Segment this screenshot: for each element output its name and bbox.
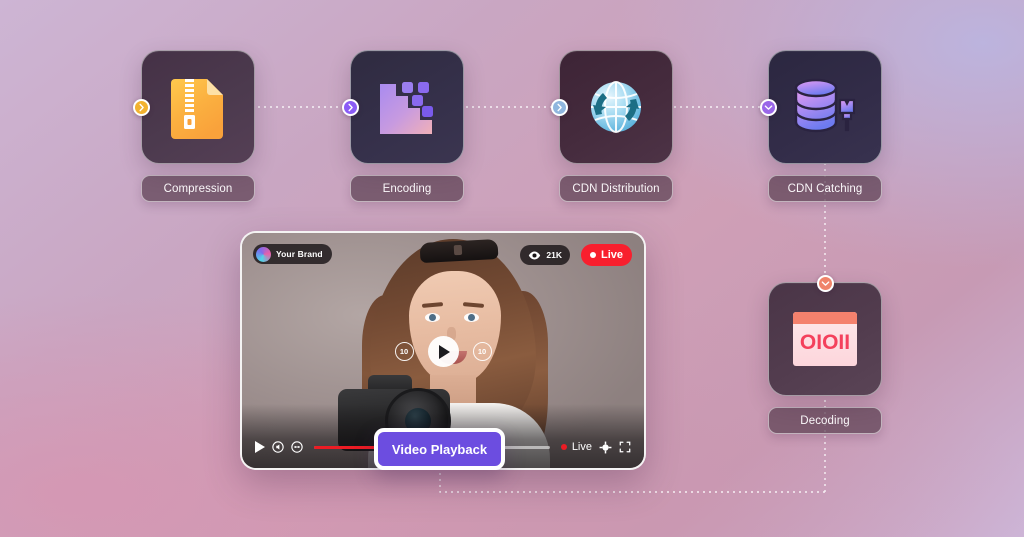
pin-compression[interactable] [133, 99, 150, 116]
pin-encoding[interactable] [342, 99, 359, 116]
eye-icon [529, 251, 541, 259]
node-compression-card[interactable] [141, 50, 255, 164]
live-dot-icon [560, 444, 567, 450]
brand-label: Your Brand [276, 249, 323, 259]
node-compression-label: Compression [141, 175, 255, 202]
center-playback-controls[interactable]: 10 10 [242, 336, 644, 367]
viewer-count-label: 21K [546, 250, 562, 260]
binary-text: OIOII [800, 331, 850, 354]
pin-decoding[interactable] [817, 275, 834, 292]
subject-eye-left [425, 313, 440, 322]
chevron-down-icon [764, 105, 773, 110]
viewer-count-badge: 21K [520, 245, 570, 265]
bottom-play-icon[interactable] [255, 441, 265, 453]
node-cdn-distribution-card[interactable] [559, 50, 673, 164]
live-dot-icon [589, 252, 596, 258]
gear-icon[interactable] [599, 441, 612, 454]
pin-cdn-catching[interactable] [760, 99, 777, 116]
node-cdn-distribution-label: CDN Distribution [559, 175, 673, 202]
node-compression[interactable]: Compression [141, 50, 255, 202]
volume-icon[interactable] [272, 441, 284, 453]
subject-sunglasses [419, 238, 499, 264]
chevron-right-icon [139, 103, 144, 112]
forward-10-icon[interactable]: 10 [472, 342, 492, 361]
chevron-down-icon [821, 281, 830, 286]
play-icon [439, 344, 450, 359]
node-decoding-card[interactable]: OIOII [768, 282, 882, 396]
binary-screen-icon: OIOII [793, 312, 857, 366]
fullscreen-icon[interactable] [619, 441, 631, 453]
pixel-blocks-icon [380, 82, 433, 134]
wire-decoding-to-player [439, 472, 825, 493]
subject-eye-right [464, 313, 479, 322]
live-status-label: Live [571, 441, 592, 453]
node-cdn-catching-card[interactable] [768, 50, 882, 164]
zip-file-icon [171, 79, 223, 139]
node-cdn-distribution[interactable]: CDN Distribution [559, 50, 673, 202]
rewind-10-icon[interactable]: 10 [394, 342, 414, 361]
chevron-right-icon [557, 103, 562, 112]
brand-badge[interactable]: Your Brand [253, 244, 332, 264]
video-playback-button[interactable]: Video Playback [374, 428, 505, 470]
brand-avatar-icon [256, 246, 271, 262]
node-cdn-catching-label: CDN Catching [768, 175, 882, 202]
node-decoding-label: Decoding [768, 407, 882, 434]
diagram-canvas: Compression Encoding CDN Distribution CD… [0, 0, 1024, 537]
pin-cdn-distribution[interactable] [551, 99, 568, 116]
live-badge: Live [580, 244, 632, 266]
chevron-right-icon [348, 103, 353, 112]
node-decoding[interactable]: OIOII Decoding [768, 282, 882, 434]
live-status: Live [560, 441, 592, 453]
play-button[interactable] [427, 336, 459, 367]
database-brush-icon [794, 78, 856, 133]
node-encoding-card[interactable] [350, 50, 464, 164]
node-cdn-catching[interactable]: CDN Catching [768, 50, 882, 202]
node-encoding-label: Encoding [350, 175, 464, 202]
node-encoding[interactable]: Encoding [350, 50, 464, 202]
captions-icon[interactable] [291, 441, 303, 453]
globe-sync-icon [591, 81, 641, 133]
live-badge-label: Live [600, 249, 623, 261]
